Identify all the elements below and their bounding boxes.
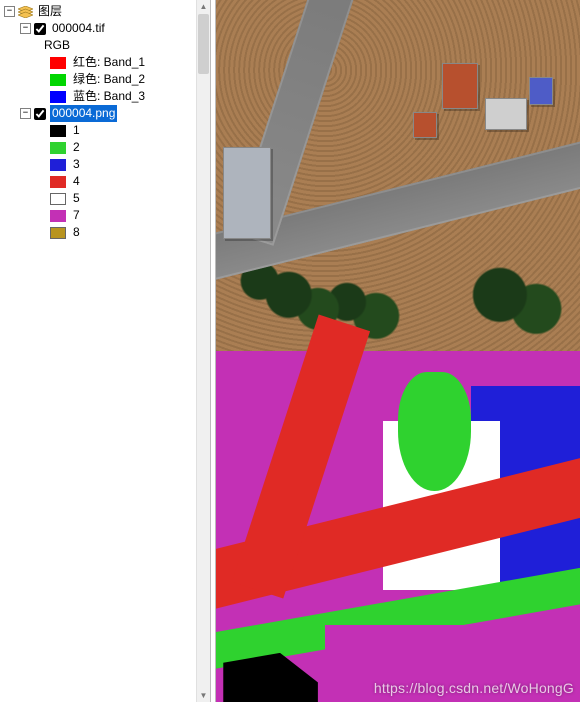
collapse-toggle[interactable]: − (4, 6, 15, 17)
class-row[interactable]: 1 (4, 122, 210, 139)
band-row[interactable]: 绿色: Band_2 (4, 71, 210, 88)
scroll-down-icon[interactable]: ▼ (197, 689, 210, 702)
collapse-toggle[interactable]: − (20, 108, 31, 119)
class-row[interactable]: 3 (4, 156, 210, 173)
scroll-up-icon[interactable]: ▲ (197, 0, 210, 13)
color-swatch (50, 159, 66, 171)
color-swatch (50, 125, 66, 137)
rgb-group[interactable]: RGB (4, 37, 210, 54)
band-label: 蓝色: Band_3 (71, 88, 147, 105)
layer-label: 000004.tif (50, 20, 107, 37)
class-row[interactable]: 7 (4, 207, 210, 224)
layer-tree: − 图层 − 000004.tif RGB 红色: Ban (0, 3, 210, 241)
scroll-thumb[interactable] (198, 14, 209, 74)
collapse-toggle[interactable]: − (20, 23, 31, 34)
layer-label: 000004.png (50, 105, 117, 122)
aerial-image (216, 0, 580, 351)
color-swatch (50, 176, 66, 188)
layer-item-png[interactable]: − 000004.png (4, 105, 210, 122)
layers-panel: − 图层 − 000004.tif RGB 红色: Ban (0, 0, 210, 702)
class-row[interactable]: 5 (4, 190, 210, 207)
color-swatch (50, 57, 66, 69)
classification-image: https://blog.csdn.net/WoHongG (216, 351, 580, 702)
band-label: 红色: Band_1 (71, 54, 147, 71)
class-label: 1 (71, 122, 82, 139)
rgb-label: RGB (42, 37, 72, 54)
color-swatch (50, 91, 66, 103)
class-label: 2 (71, 139, 82, 156)
class-row[interactable]: 4 (4, 173, 210, 190)
class-label: 5 (71, 190, 82, 207)
layer-visibility-checkbox[interactable] (34, 23, 46, 35)
class-label: 8 (71, 224, 82, 241)
layer-item-tif[interactable]: − 000004.tif (4, 20, 210, 37)
panel-scrollbar[interactable]: ▲ ▼ (196, 0, 210, 702)
color-swatch (50, 74, 66, 86)
tree-root[interactable]: − 图层 (4, 3, 210, 20)
band-row[interactable]: 蓝色: Band_3 (4, 88, 210, 105)
color-swatch (50, 227, 66, 239)
class-label: 4 (71, 173, 82, 190)
layers-icon (18, 6, 33, 18)
color-swatch (50, 142, 66, 154)
class-row[interactable]: 8 (4, 224, 210, 241)
color-swatch (50, 193, 66, 205)
layer-visibility-checkbox[interactable] (34, 108, 46, 120)
map-viewer[interactable]: https://blog.csdn.net/WoHongG (216, 0, 580, 702)
class-label: 3 (71, 156, 82, 173)
color-swatch (50, 210, 66, 222)
tree-root-label: 图层 (36, 3, 64, 20)
band-label: 绿色: Band_2 (71, 71, 147, 88)
band-row[interactable]: 红色: Band_1 (4, 54, 210, 71)
class-row[interactable]: 2 (4, 139, 210, 156)
app-root: − 图层 − 000004.tif RGB 红色: Ban (0, 0, 580, 702)
class-label: 7 (71, 207, 82, 224)
